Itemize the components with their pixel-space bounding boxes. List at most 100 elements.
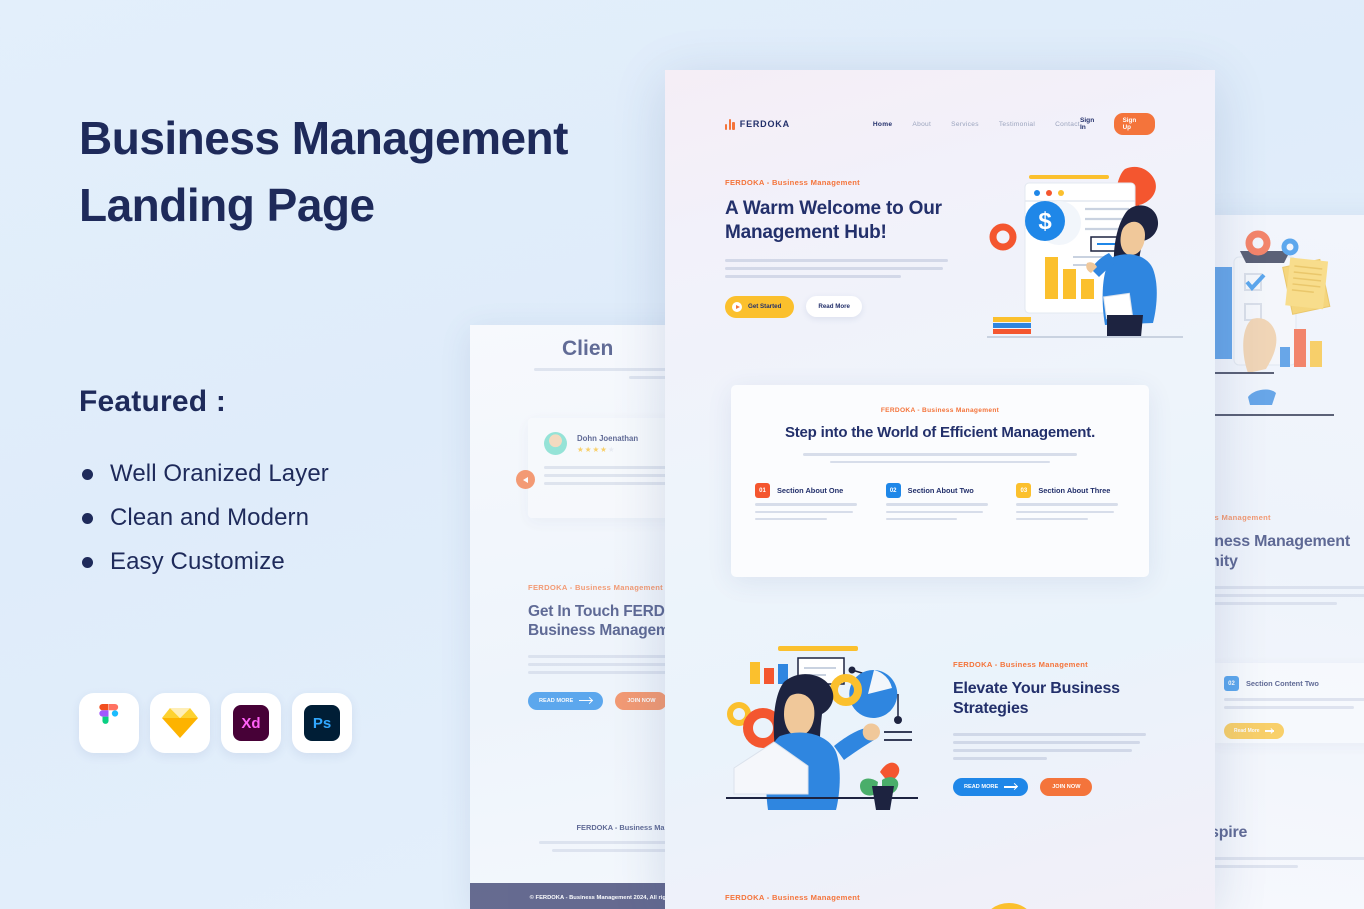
section-number-badge: 01 (755, 483, 770, 499)
sign-up-button[interactable]: Sign Up (1113, 113, 1155, 135)
logo-mark-icon (725, 118, 735, 130)
nav-actions: Sign In Sign Up (1080, 113, 1155, 135)
join-now-button[interactable]: JOIN NOW (615, 691, 668, 710)
section-heading-line2: nity (1210, 553, 1238, 570)
feature-label: Easy Customize (110, 548, 285, 575)
hero-button-row: Get Started Read More (725, 295, 950, 318)
testimonial-name: Dohn Joenathan (577, 433, 639, 443)
nav-item-contact[interactable]: Contact (1055, 121, 1080, 128)
nav-item-home[interactable]: Home (873, 121, 893, 128)
feature-label: Well Oranized Layer (110, 460, 329, 487)
bullet-icon (82, 468, 93, 480)
hero-section: FERDOKA - Business Management A Warm Wel… (725, 178, 950, 318)
hero-body (725, 258, 950, 278)
column-title: Section About One (777, 486, 844, 496)
promo-title-line2: Landing Page (79, 179, 375, 232)
section-body (1210, 857, 1364, 868)
nav-item-about[interactable]: About (912, 121, 931, 128)
section-body (953, 733, 1148, 760)
read-more-label: READ MORE (539, 697, 574, 704)
section-content-card: 02 Section Content Two Read More (1210, 663, 1364, 743)
nav-links: Home About Services Testimonial Contact (873, 121, 1080, 128)
avatar (544, 432, 567, 455)
bottom-eyebrow-block: FERDOKA - Business Management (725, 893, 860, 902)
section-heading: spire (1210, 824, 1248, 841)
bullet-icon (82, 512, 93, 524)
get-started-button[interactable]: Get Started (725, 295, 795, 318)
figma-icon (79, 693, 139, 753)
section-card-title: Section Content Two (1246, 679, 1319, 688)
read-more-button[interactable]: Read More (806, 296, 862, 317)
elevate-section: FERDOKA - Business Management Elevate Yo… (953, 660, 1148, 796)
section-heading: Elevate Your Business Strategies (953, 680, 1120, 717)
card-column: 02 Section About Two (885, 483, 995, 525)
mockup-panel-right: ss Management iness Management nity 02 S… (1196, 215, 1364, 909)
sign-in-button[interactable]: Sign In (1080, 117, 1102, 131)
feature-label: Clean and Modern (110, 504, 310, 531)
clients-title: Clien (562, 337, 614, 360)
column-title: Section About Three (1038, 486, 1111, 496)
card-columns: 01 Section About One 02 Section About Tw… (755, 483, 1125, 525)
column-header: 02 Section About Two (885, 483, 995, 499)
nav-item-services[interactable]: Services (951, 121, 979, 128)
bullet-icon (82, 556, 93, 568)
adobe-xd-icon: Xd (221, 693, 281, 753)
rating-stars: ★★★★★ (577, 444, 616, 454)
nav-item-testimonial[interactable]: Testimonial (999, 121, 1035, 128)
read-more-label: READ MORE (964, 784, 999, 790)
testimonial-prev-button[interactable] (516, 470, 535, 489)
hero-illustration: $ (987, 165, 1187, 340)
card-body (803, 453, 1077, 464)
read-more-label: Read More (1234, 728, 1260, 734)
join-now-button[interactable]: JOIN NOW (1040, 778, 1093, 796)
navbar: FERDOKA Home About Services Testimonial … (665, 110, 1215, 138)
mockup-panel-center: FERDOKA Home About Services Testimonial … (665, 70, 1215, 909)
app-icon-row: Xd Ps (79, 693, 352, 753)
promo-title-line1: Business Management (79, 112, 568, 164)
section-eyebrow: ss Management (1210, 513, 1271, 522)
section-number-badge: 03 (1016, 483, 1032, 499)
section-button-row: READ MORE JOIN NOW (953, 778, 1148, 796)
featured-list: Well Oranized Layer Clean and Modern Eas… (82, 452, 329, 584)
card-header: 02 Section Content Two (1224, 676, 1364, 691)
hero-eyebrow: FERDOKA - Business Management (725, 178, 861, 187)
checklist-illustration (1204, 229, 1364, 429)
list-item: Clean and Modern (82, 496, 329, 540)
read-more-button[interactable]: Read More (1224, 723, 1284, 739)
card-eyebrow: FERDOKA - Business Management (880, 407, 1000, 414)
card-column: 01 Section About One (755, 483, 864, 525)
read-more-button[interactable]: READ MORE (528, 691, 604, 710)
elevate-illustration (722, 640, 922, 815)
column-header: 01 Section About One (755, 483, 864, 499)
card-column: 03 Section About Three (1016, 483, 1125, 525)
efficient-management-card: FERDOKA - Business Management Step into … (731, 385, 1149, 577)
list-item: Easy Customize (82, 540, 329, 584)
promo-heading-block: Business Management Landing Page (79, 105, 639, 239)
arrow-right-icon (579, 700, 593, 702)
adobe-xd-label: Xd (233, 705, 269, 741)
brand-logo[interactable]: FERDOKA (725, 118, 790, 130)
section-eyebrow: FERDOKA - Business Management (953, 660, 1089, 669)
sketch-icon (150, 693, 210, 753)
read-more-button[interactable]: READ MORE (953, 778, 1029, 796)
column-header: 03 Section About Three (1016, 483, 1125, 499)
photoshop-label: Ps (304, 705, 340, 741)
hero-heading: A Warm Welcome to Our Management Hub! (725, 198, 942, 243)
brand-name: FERDOKA (739, 119, 790, 129)
gears-illustration (965, 888, 1145, 909)
play-icon (732, 301, 742, 312)
get-started-label: Get Started (748, 303, 782, 310)
photoshop-icon: Ps (292, 693, 352, 753)
arrow-right-icon (1004, 786, 1018, 788)
section-eyebrow: FERDOKA - Business Management (725, 893, 861, 902)
svg-text:$: $ (1038, 208, 1052, 235)
section-number-badge: 02 (1224, 676, 1239, 691)
section-body (1210, 586, 1364, 605)
right-bottom-section: spire (1210, 813, 1364, 873)
card-heading: Step into the World of Efficient Managem… (784, 424, 1096, 441)
section-number-badge: 02 (885, 483, 901, 499)
section-heading-line1: iness Management (1210, 533, 1350, 550)
column-title: Section About Two (907, 486, 974, 496)
arrow-right-icon (1264, 730, 1274, 732)
list-item: Well Oranized Layer (82, 452, 329, 496)
